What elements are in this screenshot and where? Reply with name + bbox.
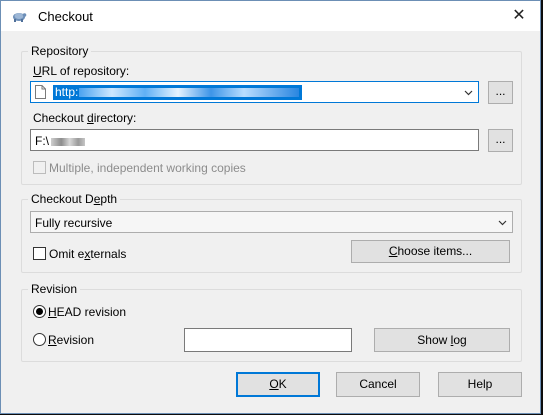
cancel-button[interactable]: Cancel <box>336 372 420 397</box>
omit-externals-label: Omit externals <box>49 247 127 261</box>
url-selected-text: http: <box>53 85 303 100</box>
choose-items-button[interactable]: Choose items... <box>351 240 510 263</box>
checkout-directory-label: Checkout directory: <box>33 111 137 125</box>
ok-button[interactable]: OK <box>236 372 320 397</box>
head-revision-label: HEAD revision <box>48 305 127 319</box>
checkout-dialog: Checkout ✕ Repository URL of repository:… <box>0 0 541 414</box>
directory-redacted <box>51 137 85 146</box>
depth-select[interactable]: Fully recursive <box>30 211 513 233</box>
revision-group-label: Revision <box>28 282 81 296</box>
window-title: Checkout <box>38 9 93 24</box>
multiple-working-copies-checkbox[interactable] <box>33 161 46 174</box>
tortoise-icon <box>13 13 27 22</box>
chevron-down-icon[interactable] <box>464 88 473 97</box>
specific-revision-label: Revision <box>48 333 95 347</box>
document-icon <box>35 85 46 99</box>
url-label: URL of repository: <box>33 64 130 78</box>
help-button[interactable]: Help <box>438 372 522 397</box>
head-revision-radio[interactable] <box>33 305 46 318</box>
omit-externals-checkbox[interactable] <box>33 247 46 260</box>
browse-url-button[interactable]: ... <box>488 81 513 104</box>
directory-value: F:\ <box>35 134 85 148</box>
multiple-working-copies-label: Multiple, independent working copies <box>49 161 246 175</box>
close-icon: ✕ <box>512 7 526 24</box>
chevron-down-icon[interactable] <box>498 218 507 227</box>
repository-group-label: Repository <box>28 44 92 58</box>
show-log-button[interactable]: Show log <box>374 328 510 352</box>
revision-input[interactable] <box>184 328 352 352</box>
specific-revision-radio[interactable] <box>33 333 46 346</box>
url-combobox[interactable]: http: <box>30 81 479 103</box>
url-redacted <box>79 88 300 98</box>
depth-selected-value: Fully recursive <box>35 216 113 230</box>
browse-directory-button[interactable]: ... <box>488 129 513 152</box>
close-button[interactable]: ✕ <box>498 1 540 31</box>
title-bar: Checkout ✕ <box>1 1 540 31</box>
checkout-directory-input[interactable]: F:\ <box>30 129 479 151</box>
checkout-depth-group-label: Checkout Depth <box>28 192 121 206</box>
